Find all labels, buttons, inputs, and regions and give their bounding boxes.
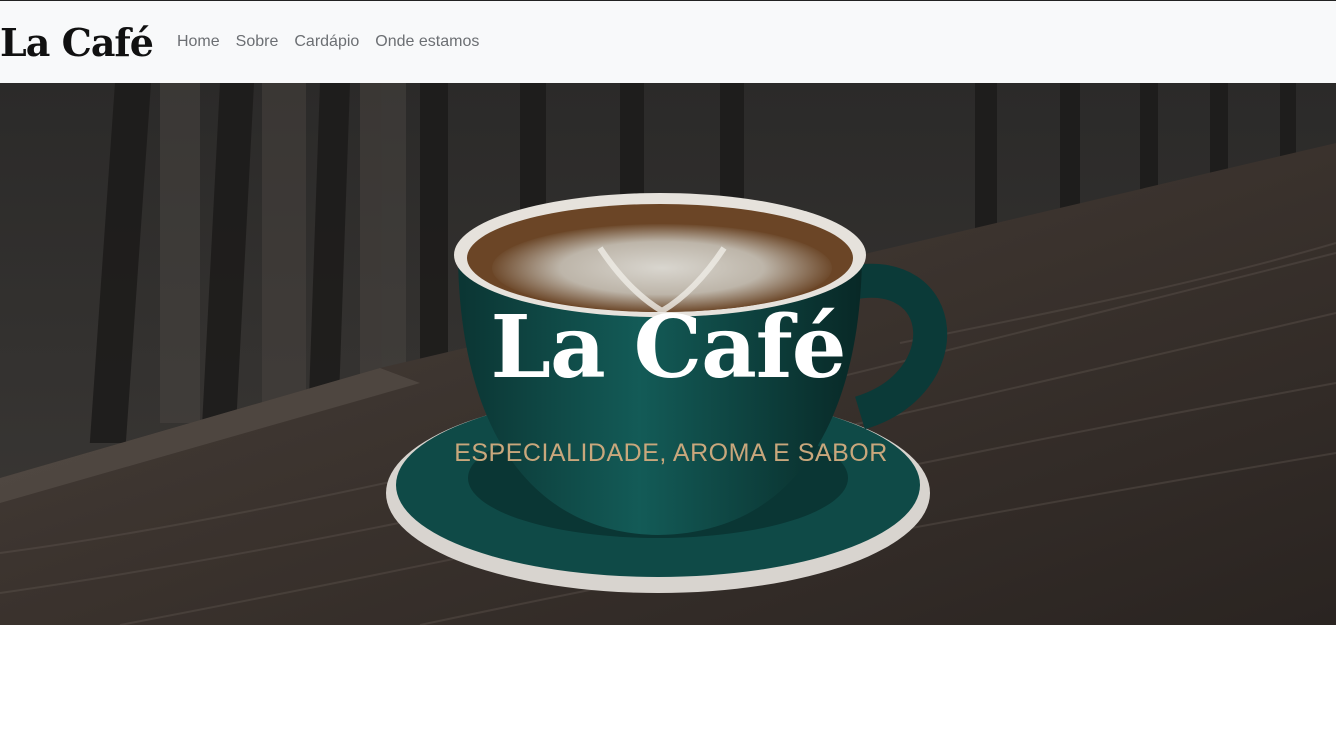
brand-logo[interactable]: La Café (0, 20, 154, 65)
nav-link-home[interactable]: Home (177, 33, 220, 51)
hero-subtitle: ESPECIALIDADE, AROMA E SABOR (454, 439, 888, 467)
nav-link-onde-estamos[interactable]: Onde estamos (375, 33, 479, 51)
navbar: La Café Home Sobre Cardápio Onde estamos (0, 1, 1336, 83)
nav-link-sobre[interactable]: Sobre (236, 33, 279, 51)
hero-title: La Café (490, 297, 846, 398)
page-content-area (0, 625, 1336, 755)
nav-link-cardapio[interactable]: Cardápio (294, 33, 359, 51)
nav-links: Home Sobre Cardápio Onde estamos (177, 33, 479, 51)
hero-banner: La Café ESPECIALIDADE, AROMA E SABOR (0, 83, 1336, 625)
